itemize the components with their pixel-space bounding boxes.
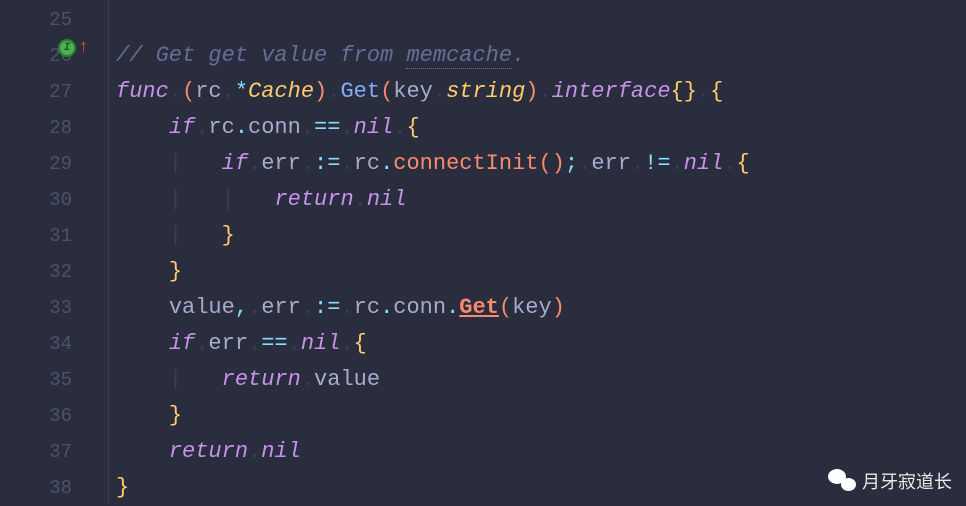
- code-area[interactable]: // Get get value from memcache. func.(rc…: [100, 0, 966, 504]
- code-line[interactable]: | | return.nil: [100, 182, 966, 218]
- code-line[interactable]: [100, 2, 966, 38]
- code-line[interactable]: if.err.==.nil.{: [100, 326, 966, 362]
- code-line[interactable]: func.(rc.*Cache).Get(key.string).interfa…: [100, 74, 966, 110]
- line-number: 37: [0, 434, 100, 470]
- line-number: 34: [0, 326, 100, 362]
- code-line[interactable]: | if.err.:=.rc.connectInit();.err.!=.nil…: [100, 146, 966, 182]
- code-line[interactable]: value,.err.:=.rc.conn.Get(key): [100, 290, 966, 326]
- code-line[interactable]: return.nil: [100, 434, 966, 470]
- line-number: 27: [0, 74, 100, 110]
- line-number: 35: [0, 362, 100, 398]
- line-number: 36: [0, 398, 100, 434]
- line-number: 32: [0, 254, 100, 290]
- watermark-text: 月牙寂道长: [862, 468, 952, 494]
- line-number: 33: [0, 290, 100, 326]
- line-number: 30: [0, 182, 100, 218]
- watermark: 月牙寂道长: [828, 468, 952, 494]
- code-line[interactable]: | }: [100, 218, 966, 254]
- code-line[interactable]: // Get get value from memcache.: [100, 38, 966, 74]
- line-number: 31: [0, 218, 100, 254]
- wechat-icon: [828, 469, 856, 493]
- code-line[interactable]: | return.value: [100, 362, 966, 398]
- code-editor[interactable]: 25 26 27 28 29 30 31 32 33 34 35 36 37 3…: [0, 0, 966, 504]
- code-line[interactable]: }: [100, 254, 966, 290]
- gutter-marker[interactable]: I ↑: [58, 38, 89, 58]
- override-arrow-icon[interactable]: ↑: [78, 38, 89, 58]
- code-line[interactable]: if.rc.conn.==.nil.{: [100, 110, 966, 146]
- line-number: 29: [0, 146, 100, 182]
- line-number: 25: [0, 2, 100, 38]
- code-line[interactable]: }: [100, 398, 966, 434]
- implements-icon[interactable]: I: [58, 39, 76, 57]
- line-number: 38: [0, 470, 100, 506]
- line-number: 28: [0, 110, 100, 146]
- gutter: 25 26 27 28 29 30 31 32 33 34 35 36 37 3…: [0, 0, 100, 504]
